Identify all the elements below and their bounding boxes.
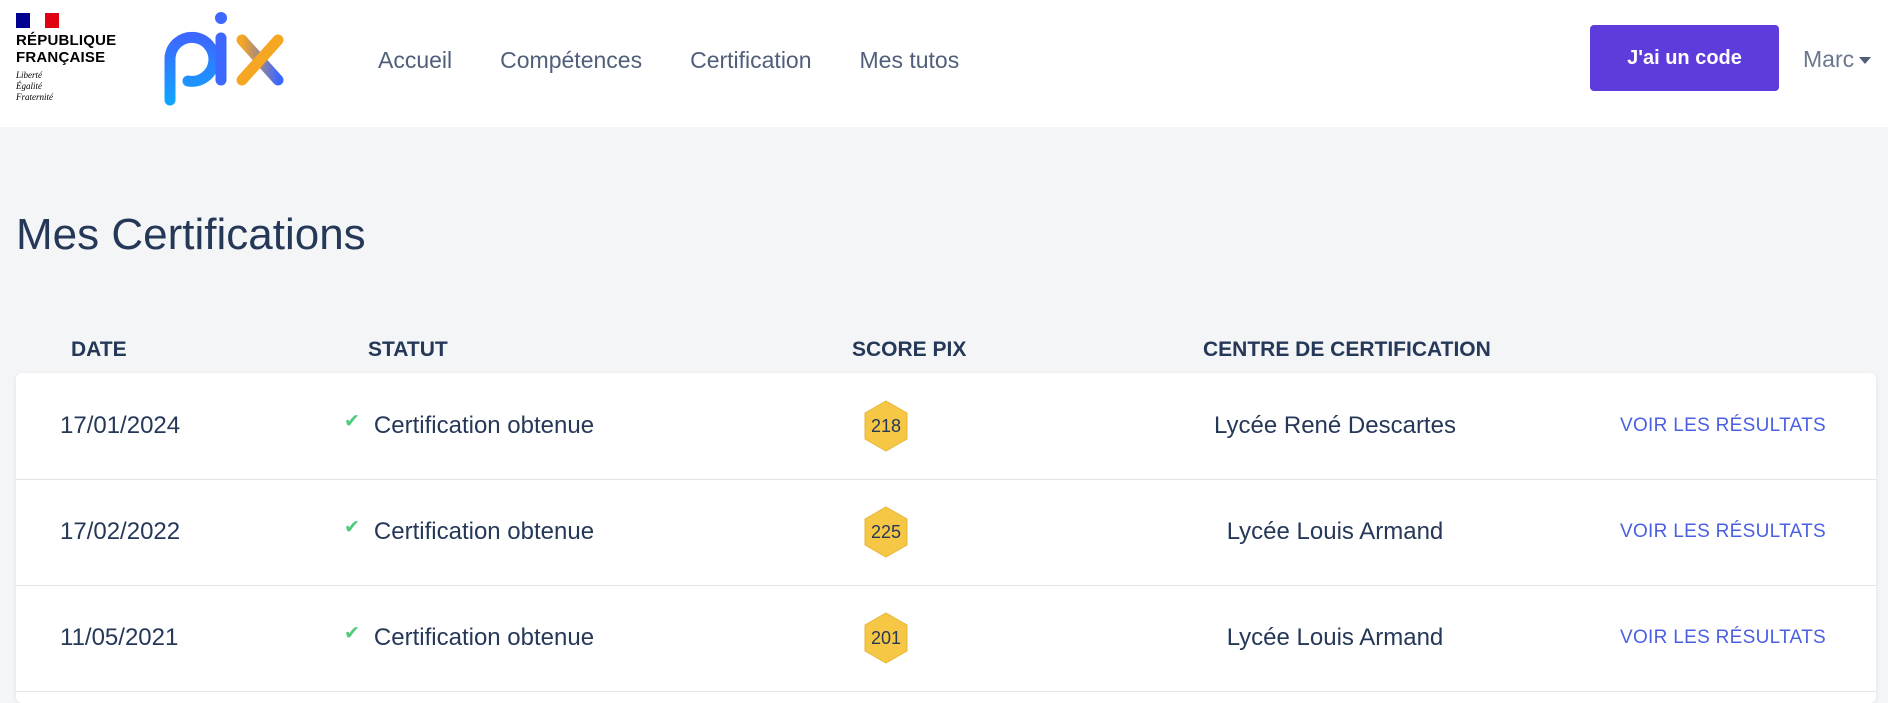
cell-center: Lycée René Descartes bbox=[1214, 412, 1456, 439]
cell-status: ✔ Certification obtenue bbox=[344, 479, 594, 585]
header-statut: STATUT bbox=[368, 338, 448, 361]
cell-center: Lycée Louis Armand bbox=[1226, 624, 1444, 651]
cell-action: VOIR LES RÉSULTATS bbox=[1620, 373, 1826, 479]
voir-resultats-link[interactable]: VOIR LES RÉSULTATS bbox=[1620, 521, 1826, 543]
status-text: Certification obtenue bbox=[373, 412, 595, 439]
header-centre: CENTRE DE CERTIFICATION bbox=[1203, 338, 1491, 361]
rf-line-2: FRANÇAISE bbox=[16, 49, 106, 66]
score-value: 225 bbox=[870, 521, 902, 542]
top-header: RÉPUBLIQUE FRANÇAISE Liberté Égalité Fra… bbox=[0, 0, 1888, 127]
rf-motto-liberte: Liberté bbox=[16, 70, 42, 80]
score-value: 201 bbox=[870, 627, 902, 648]
cell-date: 11/05/2021 bbox=[60, 624, 179, 651]
cell-status: ✔ Certification obtenue bbox=[344, 585, 594, 691]
score-value: 218 bbox=[870, 415, 902, 436]
table-header: DATE STATUT SCORE PIX CENTRE DE CERTIFIC… bbox=[0, 332, 1888, 368]
table-row: 17/01/2024 ✔ Certification obtenue 218 L… bbox=[16, 373, 1876, 480]
cell-center: Lycée Louis Armand bbox=[1226, 518, 1444, 545]
rf-line-1: RÉPUBLIQUE bbox=[16, 32, 117, 49]
republique-francaise-logo: RÉPUBLIQUE FRANÇAISE Liberté Égalité Fra… bbox=[16, 13, 126, 108]
user-menu[interactable]: Marc bbox=[1803, 40, 1872, 78]
status-text: Certification obtenue bbox=[373, 624, 595, 651]
pix-logo-icon bbox=[164, 12, 284, 106]
status-text: Certification obtenue bbox=[373, 518, 595, 545]
score-badge: 225 bbox=[862, 505, 910, 559]
cell-score: 218 bbox=[862, 373, 910, 479]
nav-mes-tutos[interactable]: Mes tutos bbox=[860, 47, 960, 74]
pix-logo[interactable] bbox=[158, 8, 288, 108]
nav-certification[interactable]: Certification bbox=[690, 47, 811, 74]
cell-status: ✔ Certification obtenue bbox=[344, 373, 594, 479]
certifications-table: 17/01/2024 ✔ Certification obtenue 218 L… bbox=[16, 373, 1876, 703]
check-icon: ✔ bbox=[344, 622, 360, 644]
rf-motto-egalite: Égalité bbox=[16, 81, 42, 91]
cell-score: 225 bbox=[862, 479, 910, 585]
check-icon: ✔ bbox=[344, 516, 360, 538]
chevron-down-icon bbox=[1859, 56, 1872, 64]
rf-motto: Liberté Égalité Fraternité bbox=[16, 70, 126, 103]
main-nav: Accueil Compétences Certification Mes tu… bbox=[378, 38, 1007, 82]
user-name: Marc bbox=[1803, 45, 1855, 72]
page-title: Mes Certifications bbox=[16, 210, 366, 259]
score-badge: 218 bbox=[862, 399, 910, 453]
table-row: 17/02/2022 ✔ Certification obtenue 225 L… bbox=[16, 479, 1876, 586]
cell-date: 17/02/2022 bbox=[60, 518, 181, 545]
check-icon: ✔ bbox=[344, 410, 360, 432]
cell-date: 17/01/2024 bbox=[60, 412, 181, 439]
voir-resultats-link[interactable]: VOIR LES RÉSULTATS bbox=[1620, 627, 1826, 649]
cell-action: VOIR LES RÉSULTATS bbox=[1620, 585, 1826, 691]
voir-resultats-link[interactable]: VOIR LES RÉSULTATS bbox=[1620, 415, 1826, 437]
score-badge: 201 bbox=[862, 611, 910, 665]
nav-competences[interactable]: Compétences bbox=[500, 47, 642, 74]
nav-accueil[interactable]: Accueil bbox=[378, 47, 452, 74]
header-date: DATE bbox=[71, 338, 127, 361]
table-row: 11/05/2021 ✔ Certification obtenue 201 L… bbox=[16, 585, 1876, 692]
cell-score: 201 bbox=[862, 585, 910, 691]
french-flag-icon bbox=[16, 13, 59, 28]
jai-un-code-button[interactable]: J'ai un code bbox=[1590, 25, 1779, 91]
header-score-pix: SCORE PIX bbox=[852, 338, 967, 361]
rf-motto-fraternite: Fraternité bbox=[16, 92, 53, 102]
cell-action: VOIR LES RÉSULTATS bbox=[1620, 479, 1826, 585]
